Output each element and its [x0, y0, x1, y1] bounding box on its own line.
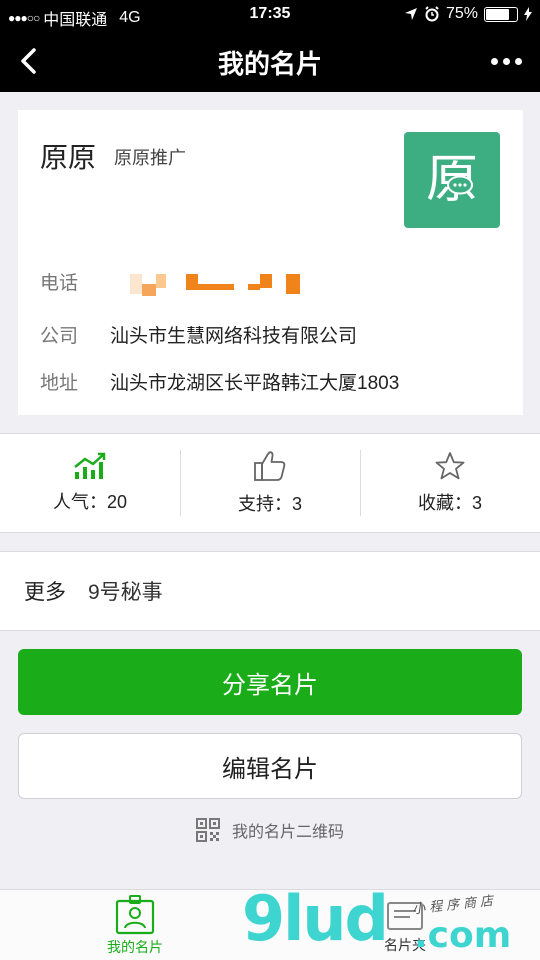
tab-card-folder-label: 名片夹	[384, 936, 426, 953]
chat-bubble-icon	[447, 176, 473, 195]
company-label: 公司	[40, 326, 79, 347]
star-outline-icon	[435, 452, 465, 480]
stat-support[interactable]: 支持：3	[180, 434, 360, 532]
navigation-bar: 我的名片	[0, 30, 540, 92]
trend-chart-icon	[74, 452, 106, 479]
phone-number-redacted	[130, 270, 330, 296]
stats-bar: 人气：20 支持：3 收藏：3	[0, 433, 540, 533]
card-tag: 原原推广	[114, 148, 186, 168]
popularity-text: 人气：20	[52, 492, 128, 512]
address-row: 地址 汕头市龙湖区长平路韩江大厦1803	[40, 368, 399, 395]
charging-bolt-icon	[524, 7, 532, 21]
phone-row: 电话	[40, 268, 110, 295]
more-label: 更多	[24, 581, 66, 604]
battery-fill	[486, 8, 509, 20]
share-card-button[interactable]: 分享名片	[18, 649, 522, 715]
qr-code-label: 我的名片二维码	[231, 824, 344, 841]
stat-favorites[interactable]: 收藏：3	[360, 434, 540, 532]
alarm-clock-icon	[425, 6, 439, 22]
status-right: 75%	[404, 5, 532, 23]
redaction-block	[156, 274, 166, 288]
tab-my-card-label: 我的名片	[107, 938, 163, 955]
thumbs-up-icon	[254, 451, 286, 481]
more-dot-icon	[502, 57, 510, 65]
company-row: 公司 汕头市生慧网络科技有限公司	[40, 321, 357, 348]
id-card-icon	[115, 894, 155, 934]
battery-icon	[484, 6, 518, 22]
stat-popularity[interactable]: 人气：20	[0, 434, 180, 532]
card-folder-icon	[387, 901, 423, 930]
favorites-text: 收藏：3	[417, 493, 482, 513]
redaction-block	[260, 274, 272, 288]
more-row[interactable]: 更多 9号秘事	[0, 551, 540, 631]
more-dot-icon	[514, 57, 522, 65]
redaction-block	[186, 274, 198, 290]
more-value: 9号秘事	[88, 581, 163, 604]
phone-label: 电话	[40, 273, 79, 294]
more-dot-icon	[490, 57, 498, 65]
redaction-block	[198, 284, 234, 290]
battery-percent: 75%	[445, 5, 478, 22]
more-options-button[interactable]	[486, 46, 526, 76]
redaction-block	[142, 284, 156, 296]
address-label: 地址	[40, 373, 79, 394]
redaction-block	[286, 274, 300, 294]
support-text: 支持：3	[237, 494, 302, 514]
tab-my-card[interactable]: 我的名片	[60, 890, 210, 960]
location-arrow-icon	[404, 8, 417, 20]
redaction-block	[248, 284, 260, 290]
card-name: 原原	[40, 142, 97, 173]
address-value: 汕头市龙湖区长平路韩江大厦1803	[110, 373, 400, 394]
qr-code-icon	[195, 818, 220, 842]
company-logo: 原	[404, 132, 500, 228]
tab-card-folder[interactable]: 名片夹	[330, 890, 480, 960]
edit-card-button[interactable]: 编辑名片	[18, 733, 522, 799]
tab-bar: 我的名片 名片夹	[0, 889, 540, 960]
status-bar: ●●●○○ 中国联通 4G 17:35 75%	[0, 0, 540, 30]
qr-code-link[interactable]: 我的名片二维码	[0, 818, 540, 842]
page-title: 我的名片	[217, 49, 322, 79]
redaction-block	[130, 274, 142, 294]
company-value: 汕头市生慧网络科技有限公司	[110, 326, 358, 347]
business-card: 原原 原原推广 原 电话 公司 汕头市生慧网络科技有限公司 地址 汕头市龙湖区长…	[18, 110, 523, 415]
